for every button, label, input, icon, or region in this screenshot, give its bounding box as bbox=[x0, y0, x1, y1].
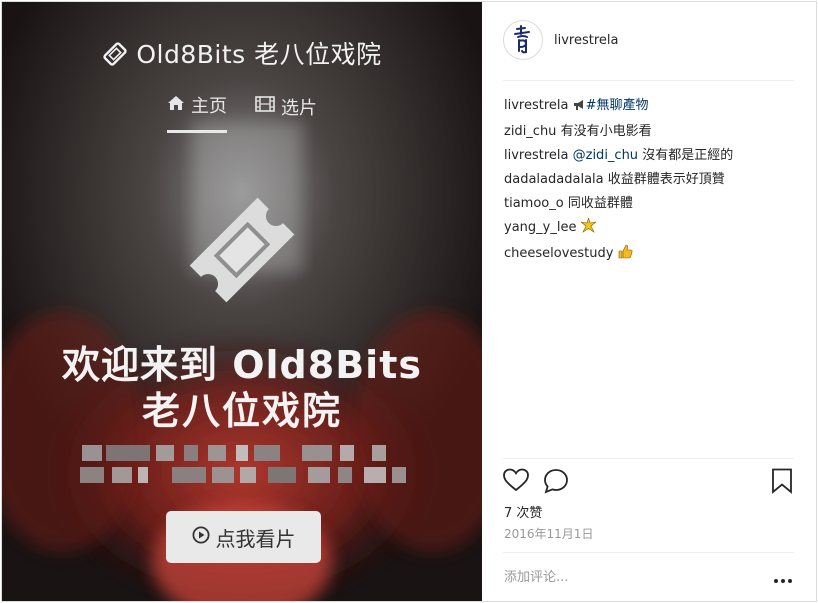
sparkle-icon bbox=[579, 216, 597, 242]
comment-text: 有没有小电影看 bbox=[560, 124, 652, 139]
pixelated-text-row bbox=[72, 445, 412, 461]
likes-count[interactable]: 7 次赞 bbox=[504, 502, 542, 521]
header-divider bbox=[503, 80, 794, 81]
nav-label-home: 主页 bbox=[191, 96, 227, 117]
comment-text: 沒有都是正經的 bbox=[642, 148, 734, 163]
post-date: 2016年11月1日 bbox=[504, 527, 594, 541]
more-options-icon[interactable] bbox=[773, 570, 793, 583]
film-icon bbox=[255, 96, 275, 117]
nav-item-films[interactable]: 选片 bbox=[255, 92, 317, 133]
ticket-icon bbox=[102, 41, 128, 73]
comment-item: dadaladadalala 收益群體表示好頂贊 bbox=[504, 168, 799, 192]
ticket-logo-icon bbox=[180, 188, 304, 316]
post-actions bbox=[503, 468, 794, 498]
brand-title: Old8Bits 老八位戏院 bbox=[136, 40, 382, 69]
comment-username[interactable]: livrestrela bbox=[504, 98, 568, 113]
comment-mention[interactable]: @zidi_chu bbox=[573, 148, 638, 163]
add-comment-input[interactable]: 添加评论... bbox=[504, 566, 568, 585]
comment-username[interactable]: zidi_chu bbox=[504, 124, 556, 139]
play-circle-icon bbox=[192, 525, 210, 549]
pixelated-text-row bbox=[72, 467, 412, 483]
comment-input-divider bbox=[503, 552, 794, 553]
comment-bubble-icon[interactable] bbox=[543, 468, 569, 498]
comment-list: livrestrela #無聊產物 zidi_chu 有没有小电影看 livre… bbox=[504, 94, 799, 268]
avatar-logo-icon bbox=[514, 25, 530, 54]
comment-username[interactable]: cheeselovestudy bbox=[504, 246, 613, 261]
comment-item: cheeselovestudy bbox=[504, 242, 799, 268]
site-nav: 主页 选片 bbox=[2, 92, 482, 133]
comment-username[interactable]: tiamoo_o bbox=[504, 196, 564, 211]
comment-item: livrestrela #無聊產物 bbox=[504, 94, 799, 120]
comment-username[interactable]: livrestrela bbox=[504, 148, 568, 163]
nav-item-home[interactable]: 主页 bbox=[167, 92, 227, 133]
watch-movie-button[interactable]: 点我看片 bbox=[166, 511, 321, 563]
comment-item: tiamoo_o 同收益群體 bbox=[504, 192, 799, 216]
watch-movie-label: 点我看片 bbox=[215, 526, 296, 551]
actions-divider bbox=[503, 458, 794, 459]
thumbs-up-icon bbox=[618, 244, 633, 268]
nav-label-films: 选片 bbox=[281, 97, 317, 119]
like-heart-icon[interactable] bbox=[503, 468, 529, 496]
comment-item: livrestrela @zidi_chu 沒有都是正經的 bbox=[504, 144, 799, 168]
hero-title-line2: 老八位戏院 bbox=[141, 389, 342, 433]
bullhorn-icon bbox=[573, 96, 586, 120]
comment-text: 收益群體表示好頂贊 bbox=[607, 172, 725, 187]
post-header: livrestrela bbox=[503, 20, 618, 60]
comment-text: 同收益群體 bbox=[567, 196, 633, 211]
home-icon bbox=[167, 95, 185, 116]
bookmark-icon[interactable] bbox=[771, 468, 793, 498]
comment-hashtag[interactable]: #無聊產物 bbox=[586, 98, 649, 113]
avatar[interactable] bbox=[503, 20, 543, 60]
site-brand: Old8Bits 老八位戏院 bbox=[2, 35, 482, 73]
post-sidebar: livrestrela livrestrela #無聊產物 zidi_chu 有… bbox=[483, 2, 816, 601]
comment-item: yang_y_lee bbox=[504, 216, 799, 242]
post-image[interactable]: Old8Bits 老八位戏院 主页 选片 欢迎来到 Old8Bits 老八位戏院 bbox=[2, 2, 482, 601]
comment-username[interactable]: dadaladadalala bbox=[504, 172, 604, 187]
comment-username[interactable]: yang_y_lee bbox=[504, 220, 576, 235]
comment-item: zidi_chu 有没有小电影看 bbox=[504, 120, 799, 144]
header-username[interactable]: livrestrela bbox=[554, 33, 618, 48]
